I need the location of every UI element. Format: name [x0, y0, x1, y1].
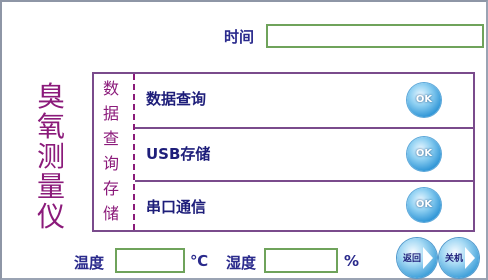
time-label: 时间	[224, 28, 255, 46]
menu-item-serial-comm[interactable]: 串口通信 OK	[135, 182, 473, 230]
menu-group-label: 数 据 查 询 存 储	[94, 76, 128, 226]
group-char: 据	[102, 104, 119, 123]
title-char: 仪	[36, 200, 65, 233]
humidity-field[interactable]	[264, 248, 338, 273]
group-char: 查	[102, 129, 119, 148]
play-arrow-icon	[423, 247, 433, 269]
temperature-label: 温度	[74, 254, 105, 272]
menu-item-usb-storage[interactable]: USB存储 OK	[135, 129, 473, 179]
shutdown-button-label: 关机	[445, 254, 464, 264]
humidity-label: 湿度	[226, 254, 257, 272]
time-field[interactable]	[266, 24, 484, 48]
usb-storage-ok-button[interactable]: OK	[407, 137, 441, 171]
title-char: 量	[36, 170, 65, 203]
group-char: 数	[102, 79, 119, 98]
play-arrow-icon	[465, 247, 475, 269]
menu-item-data-query[interactable]: 数据查询 OK	[135, 74, 473, 126]
data-query-ok-button[interactable]: OK	[407, 83, 441, 117]
serial-comm-ok-button[interactable]: OK	[407, 188, 441, 222]
group-char: 储	[102, 204, 119, 223]
temperature-unit: ℃	[190, 252, 209, 270]
shutdown-button[interactable]: 关机	[439, 238, 479, 278]
temperature-field[interactable]	[115, 248, 185, 273]
title-char: 氧	[36, 110, 65, 143]
back-button-label: 返回	[403, 254, 422, 264]
title-char: 测	[36, 140, 65, 173]
group-char: 存	[102, 179, 119, 198]
menu-item-label: 数据查询	[146, 90, 207, 108]
menu-item-label: USB存储	[146, 145, 211, 163]
title-char: 臭	[36, 80, 65, 113]
main-screen: 时间 臭 氧 测 量 仪 数 据 查 询 存 储 数据查询 OK USB存储 O…	[0, 0, 488, 280]
humidity-unit: %	[344, 252, 360, 270]
back-button[interactable]: 返回	[397, 238, 437, 278]
menu-item-label: 串口通信	[146, 198, 207, 216]
app-title: 臭 氧 测 量 仪	[36, 82, 66, 232]
group-char: 询	[102, 154, 119, 173]
